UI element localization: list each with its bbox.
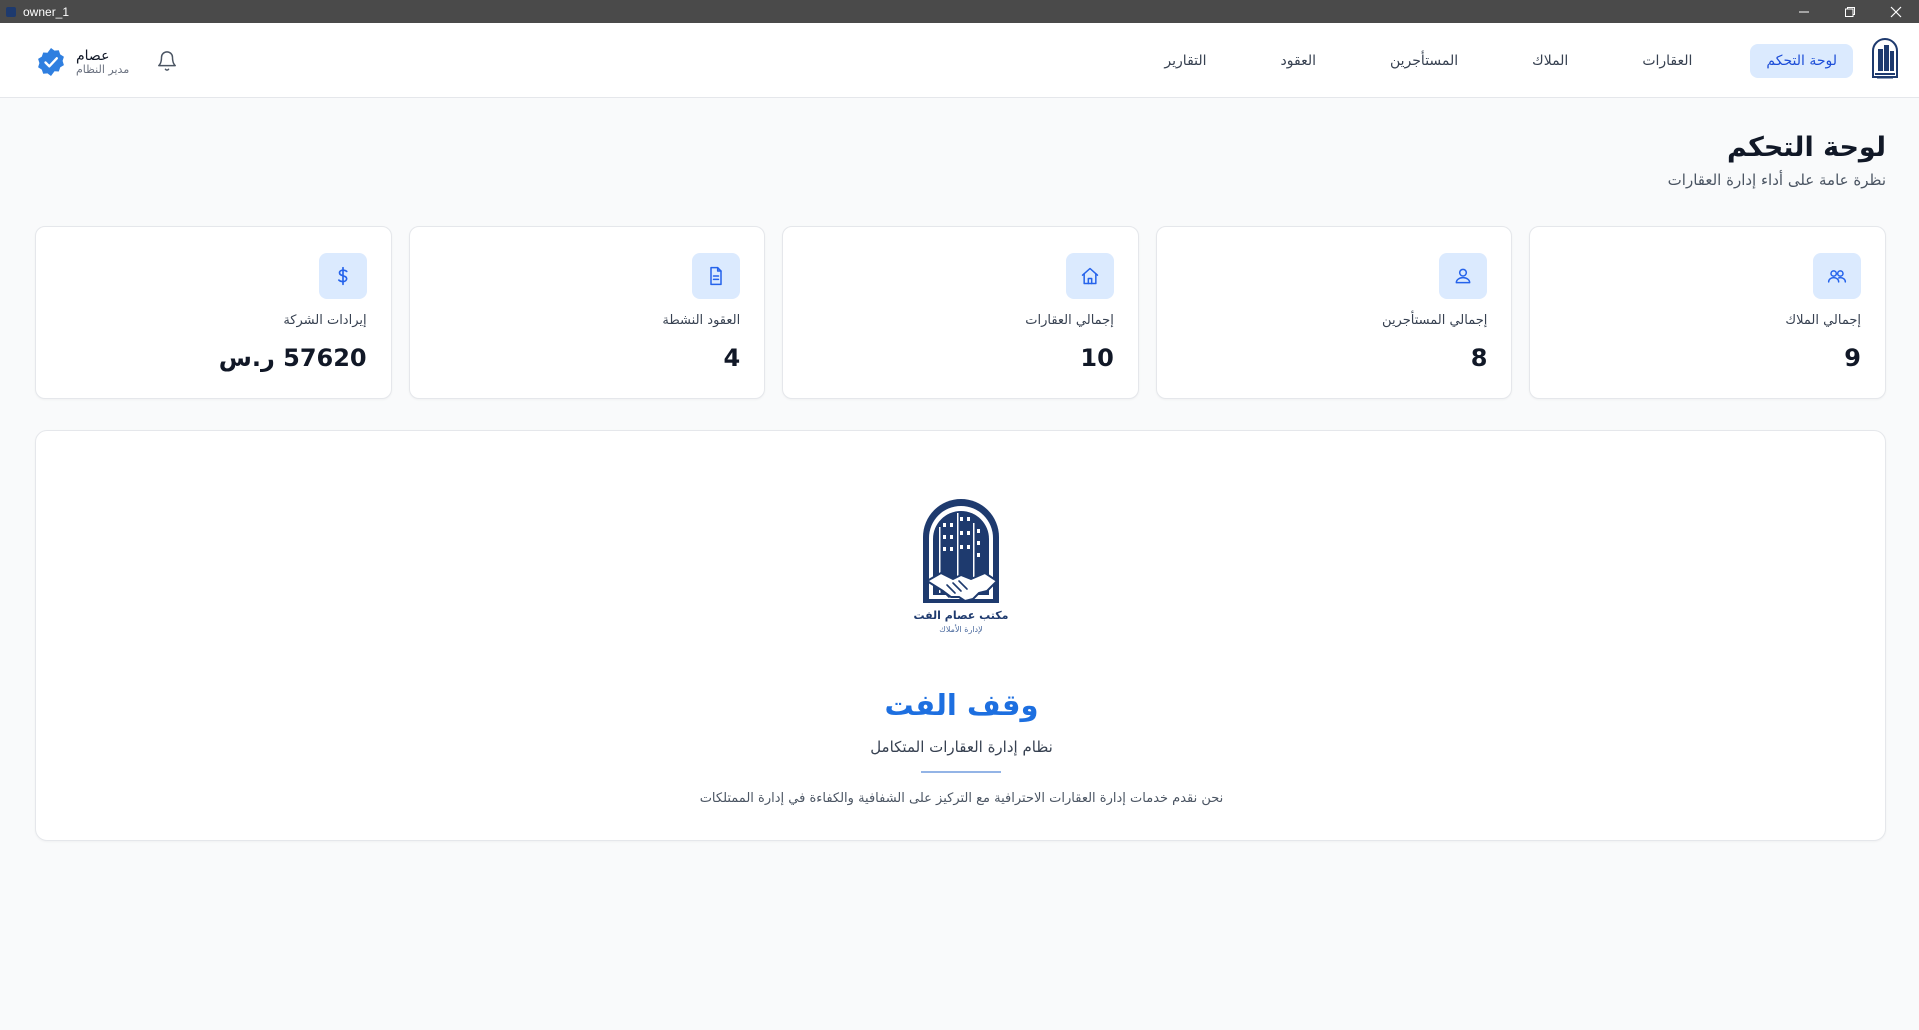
stat-label: إجمالي المستأجرين <box>1382 313 1488 328</box>
logo-subtext: لإدارة الأملاك <box>939 624 982 635</box>
verified-badge-icon <box>38 48 64 76</box>
company-logo: مكتب عصام الفت لإدارة الأملاك <box>913 499 1009 635</box>
window-title: owner_1 <box>23 4 70 19</box>
restore-button[interactable] <box>1827 0 1873 23</box>
users-icon <box>1813 253 1861 299</box>
user-role: مدير النظام <box>76 62 130 76</box>
stat-label: العقود النشطة <box>662 313 741 328</box>
nav-owners[interactable]: الملاك <box>1516 44 1584 78</box>
nav-reports[interactable]: التقارير <box>1148 44 1222 78</box>
minimize-button[interactable] <box>1781 0 1827 23</box>
bell-icon[interactable] <box>156 50 178 72</box>
stat-value: 57620 ر.س <box>218 344 367 372</box>
app-icon <box>6 6 16 17</box>
window-controls <box>1781 0 1919 23</box>
window-titlebar: owner_1 <box>0 0 1919 23</box>
user-name: عصام <box>76 47 110 64</box>
minimize-icon <box>1799 11 1809 12</box>
brand-logo[interactable] <box>1869 37 1901 81</box>
page-title: لوحة التحكم <box>1726 132 1886 163</box>
restore-icon <box>1845 6 1855 17</box>
app-header: لوحة التحكم العقارات الملاك المستأجرين ا… <box>0 23 1919 98</box>
hero-title: وقف الفت <box>884 688 1039 722</box>
stats-row: إجمالي الملاك 9 إجمالي المستأجرين 8 إجما… <box>35 226 1886 399</box>
stat-card-tenants: إجمالي المستأجرين 8 <box>1155 226 1513 399</box>
nav-dashboard[interactable]: لوحة التحكم <box>1750 44 1853 78</box>
dollar-icon <box>318 253 367 299</box>
page-subtitle: نظرة عامة على أداء إدارة العقارات <box>1667 171 1886 189</box>
stat-card-properties: إجمالي العقارات 10 <box>782 226 1139 399</box>
logo-text: مكتب عصام الفت <box>913 609 1008 622</box>
nav-tenants[interactable]: المستأجرين <box>1374 44 1474 78</box>
nav-contracts[interactable]: العقود <box>1265 44 1332 78</box>
stat-value: 9 <box>1844 344 1861 372</box>
stat-card-contracts: العقود النشطة 4 <box>408 226 766 399</box>
close-icon <box>1890 6 1902 17</box>
stat-value: 4 <box>723 344 741 372</box>
hero-subtitle: نظام إدارة العقارات المتكامل <box>870 738 1053 756</box>
close-button[interactable] <box>1873 0 1919 23</box>
stat-value: 10 <box>1080 344 1114 372</box>
user-icon <box>1439 253 1488 299</box>
document-icon <box>692 253 741 299</box>
stat-card-revenue: إيرادات الشركة 57620 ر.س <box>35 226 392 399</box>
hero-description: نحن نقدم خدمات إدارة العقارات الاحترافية… <box>699 791 1224 806</box>
stat-label: إجمالي الملاك <box>1785 313 1861 328</box>
main-nav: لوحة التحكم العقارات الملاك المستأجرين ا… <box>1148 44 1853 78</box>
hero-divider <box>921 771 1001 773</box>
about-card: مكتب عصام الفت لإدارة الأملاك وقف الفت ن… <box>35 430 1886 841</box>
user-profile[interactable]: عصام مدير النظام <box>36 42 129 82</box>
stat-card-owners: إجمالي الملاك 9 <box>1529 226 1886 399</box>
page-heading: لوحة التحكم نظرة عامة على أداء إدارة الع… <box>1668 132 1886 189</box>
stat-label: إيرادات الشركة <box>283 313 367 328</box>
stat-value: 8 <box>1470 344 1488 372</box>
nav-properties[interactable]: العقارات <box>1626 44 1708 78</box>
stat-label: إجمالي العقارات <box>1025 313 1114 328</box>
home-icon <box>1065 253 1114 299</box>
